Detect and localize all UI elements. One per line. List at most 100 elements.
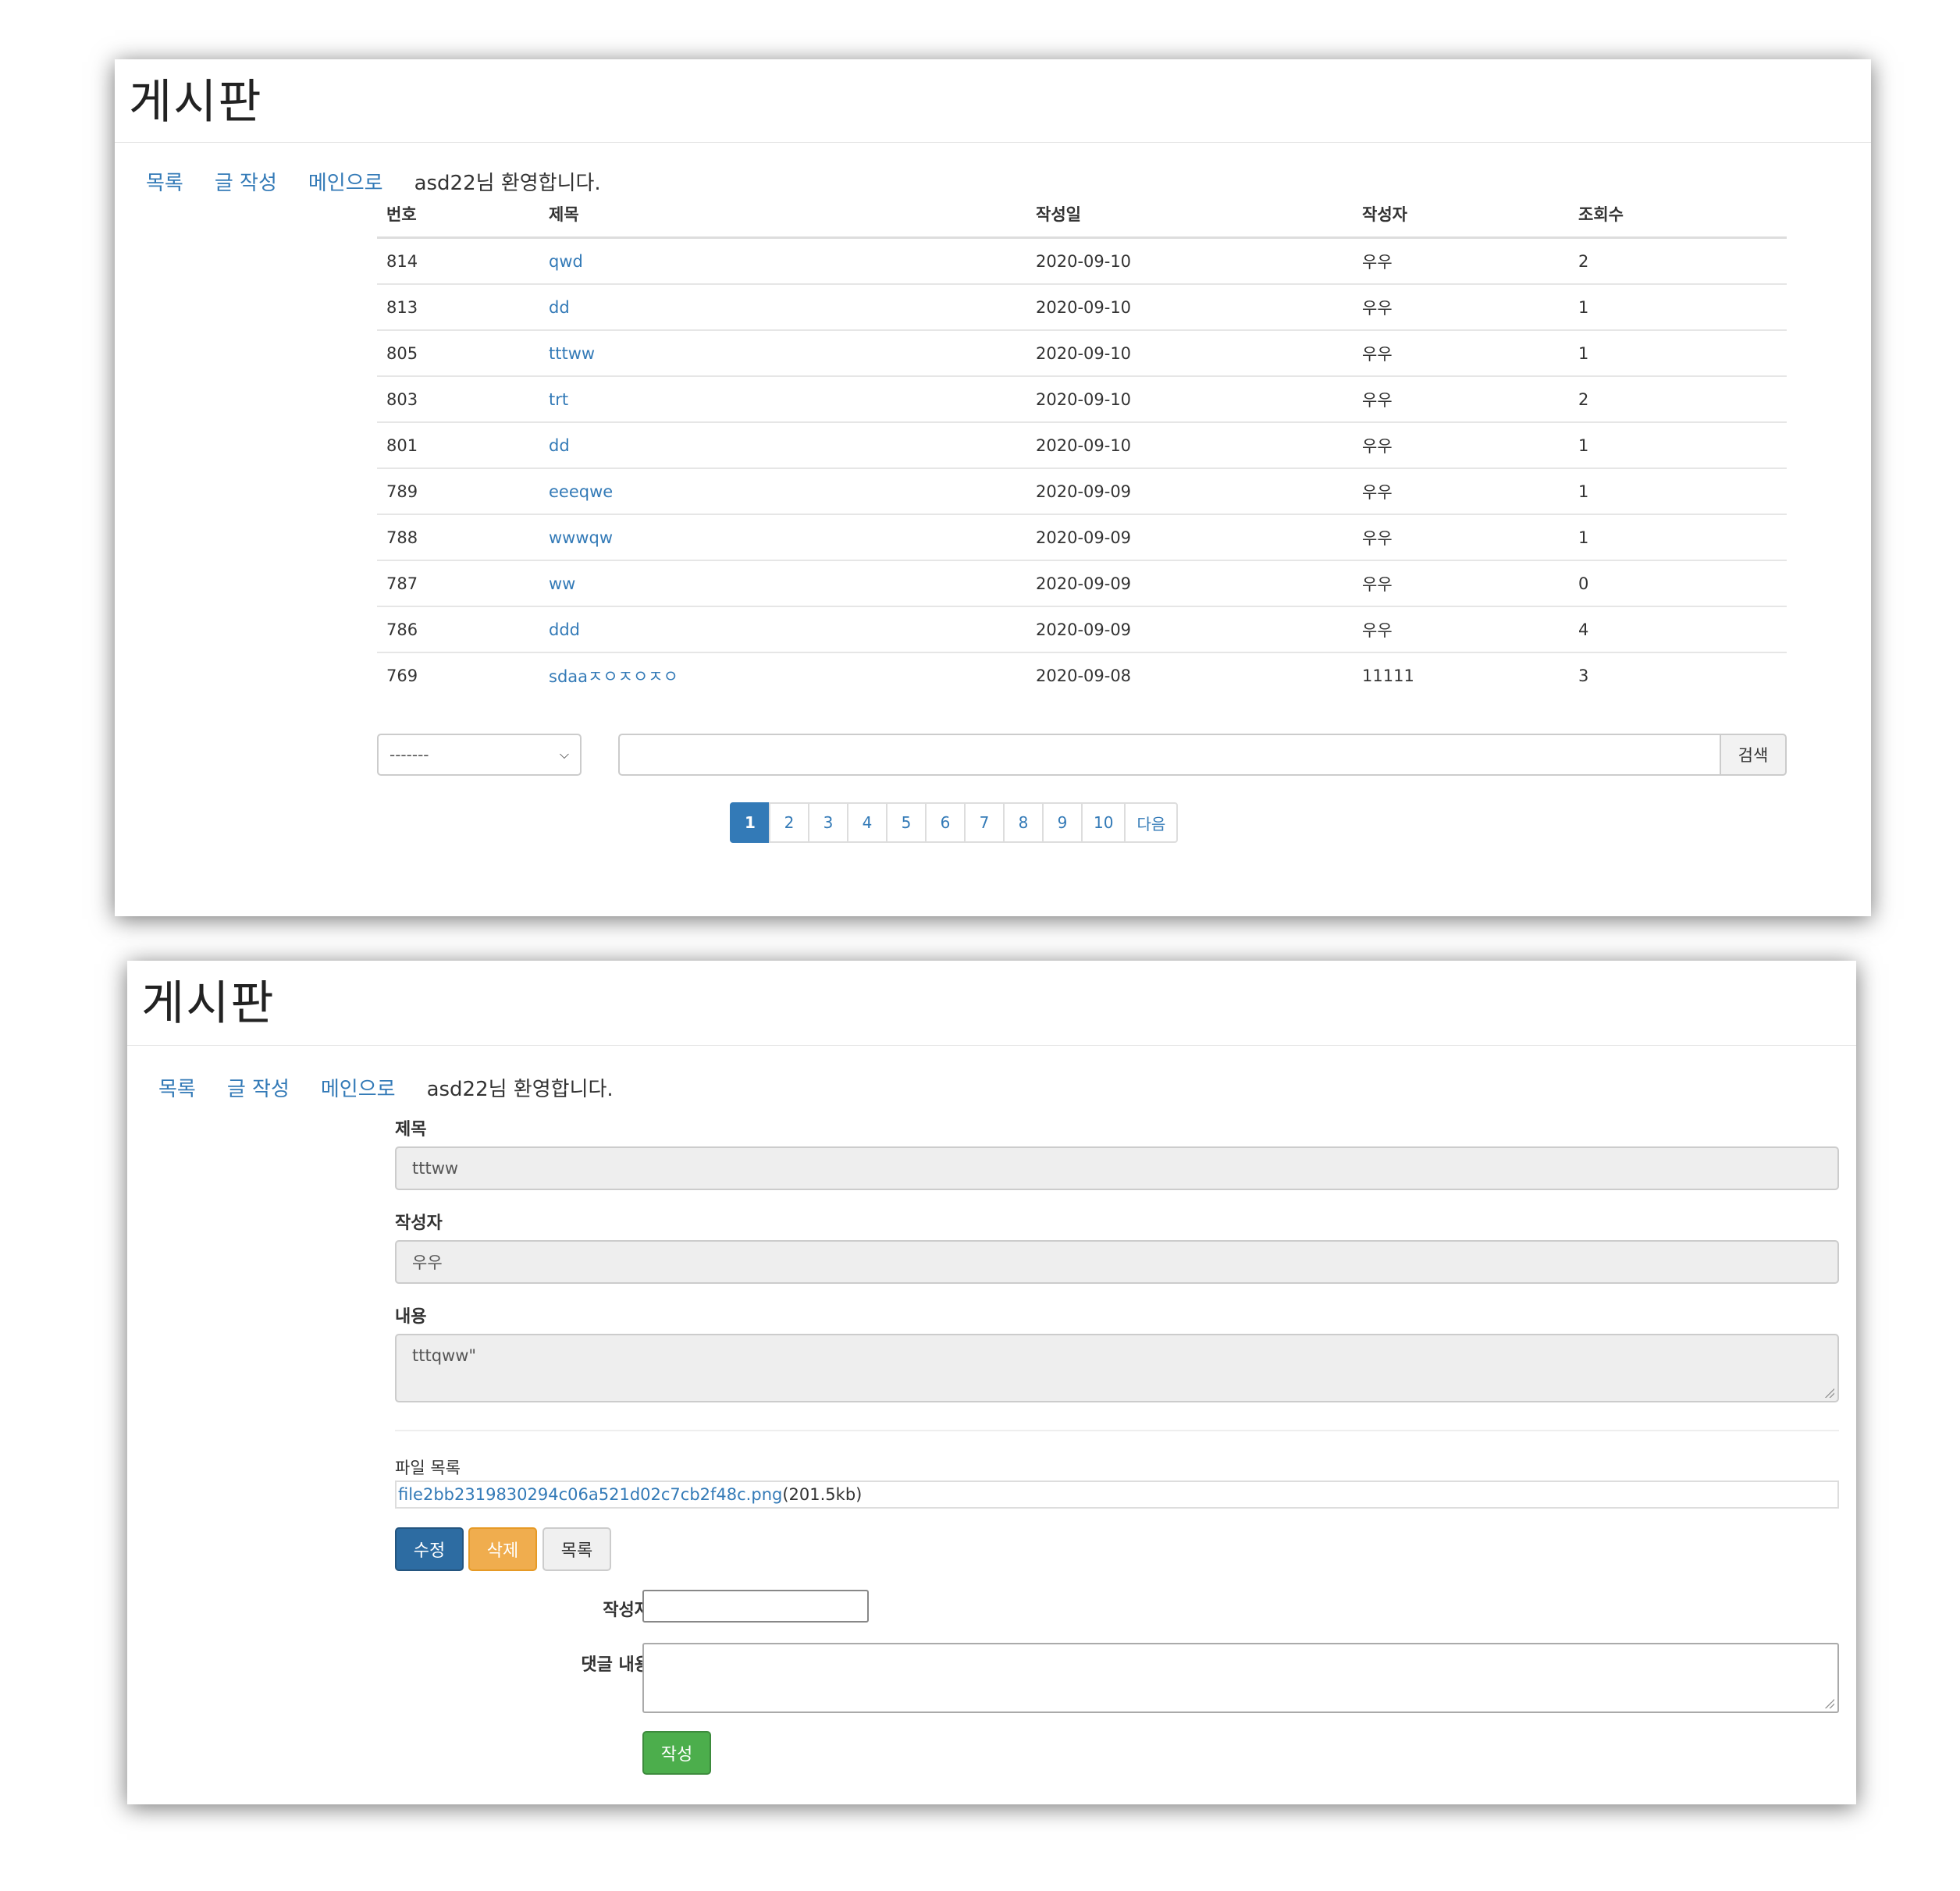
author-value: 우우: [412, 1253, 443, 1272]
row-no-cell: 789: [377, 468, 539, 515]
comment-author-input[interactable]: [642, 1590, 869, 1623]
row-title-cell: ww: [539, 560, 1026, 607]
search-button[interactable]: 검색: [1720, 734, 1787, 776]
post-title-link[interactable]: trt: [549, 390, 568, 409]
section-divider: [395, 1430, 1839, 1431]
row-no-cell: 769: [386, 666, 418, 685]
title-divider: [115, 142, 1871, 143]
table-row: 801 dd 2020-09-10 우우 1: [377, 422, 1787, 469]
edit-button[interactable]: 수정: [395, 1527, 464, 1571]
post-title-link[interactable]: ww: [549, 574, 575, 593]
row-date-cell: 2020-09-09: [1026, 468, 1353, 515]
post-title-link[interactable]: sdaaㅈㅇㅈㅇㅈㅇ: [549, 667, 678, 686]
row-no-cell: 801: [377, 422, 539, 469]
post-title-link[interactable]: dd: [549, 436, 570, 455]
comment-content-input[interactable]: [642, 1643, 1839, 1713]
row-title-cell: dd: [539, 284, 1026, 331]
board-table: 번호 제목 작성일 작성자 조회수 814 qwd 2020-09-10 우우 2 813…: [377, 191, 1787, 698]
comment-content-label: 댓글 내용: [581, 1655, 650, 1675]
content-label: 내용: [395, 1307, 427, 1327]
page-link-3[interactable]: 3: [808, 802, 848, 843]
comment-author-label: 작성자: [603, 1601, 650, 1620]
page-link-6[interactable]: 6: [925, 802, 966, 843]
delete-button[interactable]: 삭제: [468, 1527, 537, 1571]
row-title-cell: dd: [539, 422, 1026, 469]
title-label: 제목: [395, 1120, 427, 1139]
title-divider: [127, 1045, 1856, 1046]
table-row: 789 eeeqwe 2020-09-09 우우 1: [377, 468, 1787, 515]
row-author-cell: 우우: [1353, 422, 1569, 469]
header-title: 제목: [539, 191, 1026, 239]
row-author-cell: 우우: [1353, 237, 1569, 285]
row-no-cell: 788: [377, 514, 539, 561]
page-title: 게시판: [129, 75, 263, 130]
page-link-9[interactable]: 9: [1042, 802, 1083, 843]
page-link-10[interactable]: 10: [1081, 802, 1126, 843]
row-date-cell: 2020-09-09: [1026, 606, 1353, 653]
nav-list-link[interactable]: 목록: [158, 1073, 196, 1102]
resize-handle-icon[interactable]: [1825, 1388, 1834, 1398]
table-header-row: 번호 제목 작성일 작성자 조회수: [377, 191, 1787, 239]
file-list-row: file2bb2319830294c06a521d02c7cb2f48c.png…: [395, 1480, 1839, 1509]
post-title-link[interactable]: eeeqwe: [549, 482, 613, 501]
page-link-5[interactable]: 5: [886, 802, 927, 843]
content-value: tttqww": [412, 1346, 477, 1365]
nav-list-link[interactable]: 목록: [146, 167, 183, 196]
page-title: 게시판: [141, 976, 276, 1031]
nav-write-link[interactable]: 글 작성: [227, 1073, 290, 1102]
row-date-cell: 2020-09-08: [1036, 666, 1132, 685]
page-link-4[interactable]: 4: [847, 802, 888, 843]
row-date-cell: 2020-09-10: [1026, 422, 1353, 469]
file-download-link[interactable]: file2bb2319830294c06a521d02c7cb2f48c.png: [398, 1485, 782, 1504]
title-field[interactable]: tttww: [395, 1146, 1839, 1190]
nav-main-link[interactable]: 메인으로: [308, 167, 383, 196]
file-list-label: 파일 목록: [395, 1459, 461, 1477]
row-title-cell: sdaaㅈㅇㅈㅇㅈㅇ: [539, 652, 1026, 698]
row-title-cell: eeeqwe: [539, 468, 1026, 515]
row-views-cell: 1: [1569, 284, 1787, 331]
row-views-cell: 3: [1578, 666, 1589, 685]
post-detail-panel: 게시판 목록 글 작성 메인으로 asd22님 환영합니다. 제목 tttww …: [127, 961, 1856, 1804]
row-no-cell: 787: [377, 560, 539, 607]
page-link-8[interactable]: 8: [1003, 802, 1044, 843]
table-row: 805 tttww 2020-09-10 우우 1: [377, 330, 1787, 377]
row-author-cell: 우우: [1353, 468, 1569, 515]
row-author-cell: 우우: [1353, 284, 1569, 331]
page-link-1[interactable]: 1: [730, 802, 770, 843]
row-views-cell: 1: [1569, 330, 1787, 377]
header-no: 번호: [377, 191, 539, 239]
page-link-7[interactable]: 7: [964, 802, 1005, 843]
row-views-cell: 4: [1569, 606, 1787, 653]
content-field[interactable]: tttqww": [395, 1334, 1839, 1402]
nav-write-link[interactable]: 글 작성: [215, 167, 277, 196]
submit-comment-button[interactable]: 작성: [642, 1731, 711, 1775]
header-date: 작성일: [1026, 191, 1353, 239]
pagination: 1 2 3 4 5 6 7 8 9 10 다음: [730, 802, 1179, 843]
row-title-cell: ddd: [539, 606, 1026, 653]
title-value: tttww: [412, 1159, 459, 1178]
row-title-cell: trt: [539, 376, 1026, 423]
post-title-link[interactable]: ddd: [549, 620, 580, 639]
post-title-link[interactable]: tttww: [549, 344, 595, 363]
list-button[interactable]: 목록: [542, 1527, 611, 1571]
row-author-cell: 우우: [1353, 606, 1569, 653]
nav-main-link[interactable]: 메인으로: [321, 1073, 396, 1102]
file-size: (201.5kb): [782, 1485, 863, 1504]
row-no-cell: 786: [377, 606, 539, 653]
post-title-link[interactable]: wwwqw: [549, 528, 613, 547]
board-list-panel: 게시판 목록 글 작성 메인으로 asd22님 환영합니다. 번호 제목 작성일…: [115, 59, 1871, 916]
next-page-link[interactable]: 다음: [1124, 802, 1179, 843]
table-row: 814 qwd 2020-09-10 우우 2: [377, 237, 1787, 285]
post-title-link[interactable]: qwd: [549, 252, 583, 271]
resize-handle-icon[interactable]: [1825, 1699, 1834, 1708]
table-row: 788 wwwqw 2020-09-09 우우 1: [377, 514, 1787, 561]
author-field[interactable]: 우우: [395, 1240, 1839, 1284]
table-row: 769 sdaaㅈㅇㅈㅇㅈㅇ 2020-09-08 11111 3: [377, 652, 1787, 698]
row-author-cell: 우우: [1353, 560, 1569, 607]
search-input[interactable]: [618, 734, 1722, 776]
row-date-cell: 2020-09-10: [1026, 376, 1353, 423]
page-link-2[interactable]: 2: [769, 802, 809, 843]
search-type-select[interactable]: ------- ⌵: [377, 734, 582, 776]
post-title-link[interactable]: dd: [549, 298, 570, 317]
welcome-text: asd22님 환영합니다.: [426, 1078, 614, 1101]
